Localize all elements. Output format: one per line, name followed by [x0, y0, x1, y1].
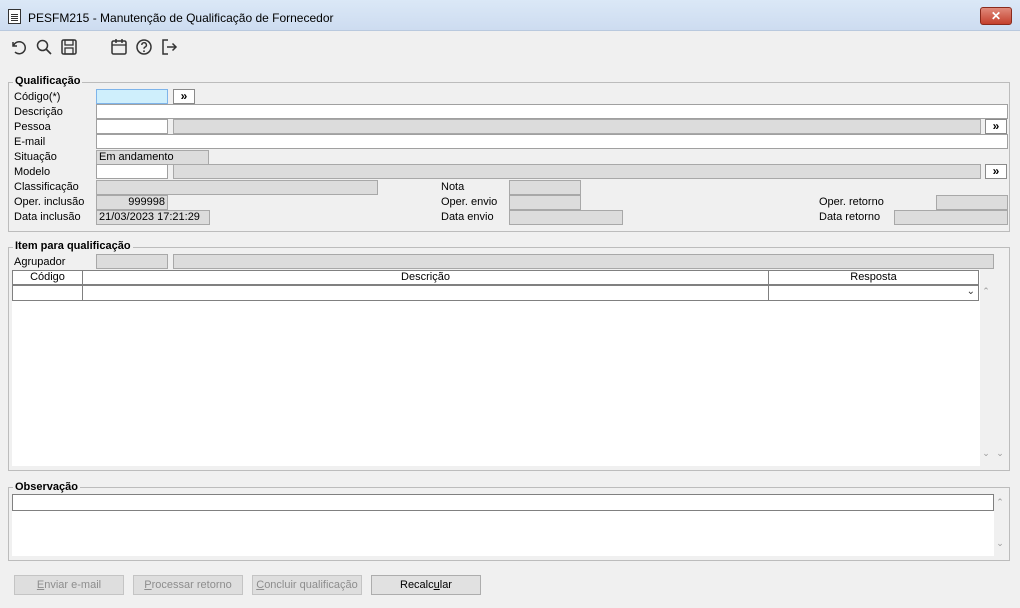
classificacao-label: Classificação	[14, 181, 79, 193]
toolbar	[0, 31, 1020, 61]
grid-cell-descricao[interactable]	[82, 285, 769, 301]
pessoa-lookup-button[interactable]: »	[985, 119, 1007, 134]
concluir-accel: C	[256, 579, 265, 591]
concluir-qualificacao-button[interactable]: Concluir qualificação	[252, 575, 362, 595]
processar-retorno-button[interactable]: Processar retorno	[133, 575, 243, 595]
grid-header-resposta[interactable]: Resposta	[768, 270, 979, 285]
grid-header-descricao[interactable]: Descrição	[82, 270, 769, 285]
observacao-scroll-up-icon[interactable]: ⌃	[994, 497, 1006, 508]
agrupador-label: Agrupador	[14, 256, 66, 268]
modelo-label: Modelo	[14, 166, 51, 178]
grid-scroll-down-icon-2[interactable]: ⌄	[994, 448, 1006, 459]
grid-scroll-down-icon[interactable]: ⌄	[980, 448, 992, 459]
descricao-input[interactable]	[96, 104, 1008, 119]
save-icon[interactable]	[60, 38, 78, 56]
data-retorno-label: Data retorno	[819, 211, 881, 223]
grid-header-codigo[interactable]: Código	[12, 270, 83, 285]
oper-inclusao-field: 999998	[96, 195, 168, 210]
oper-retorno-label: Oper. retorno	[819, 196, 884, 208]
data-inclusao-label: Data inclusão	[14, 211, 81, 223]
pessoa-label: Pessoa	[14, 121, 51, 133]
observacao-legend: Observação	[13, 481, 80, 493]
processar-retorno-label: rocessar retorno	[151, 579, 232, 591]
pessoa-code-input[interactable]	[96, 119, 168, 134]
recalcular-label-pre: Recalc	[400, 579, 434, 591]
itens-legend: Item para qualificação	[13, 240, 133, 252]
qualificacao-legend: Qualificação	[13, 75, 83, 87]
concluir-label: oncluir qualificação	[264, 579, 358, 591]
exit-icon[interactable]	[160, 38, 178, 56]
modelo-name-field	[173, 164, 981, 179]
grid-cell-codigo[interactable]	[12, 285, 83, 301]
modelo-lookup-button[interactable]: »	[985, 164, 1007, 179]
email-input[interactable]	[96, 134, 1008, 149]
nota-label: Nota	[441, 181, 465, 193]
classificacao-field	[96, 180, 378, 195]
descricao-label: Descrição	[14, 106, 63, 118]
observacao-input[interactable]	[12, 494, 994, 511]
window-titlebar: PESFM215 - Manutenção de Qualificação de…	[0, 0, 1020, 31]
codigo-label: Código(*)	[14, 91, 61, 103]
data-envio-label: Data envio	[441, 211, 494, 223]
grid-cell-resposta[interactable]: ⌄	[768, 285, 979, 301]
situacao-field: Em andamento	[96, 150, 209, 165]
email-label: E-mail	[14, 136, 46, 148]
enviar-email-button[interactable]: Enviar e-mail	[14, 575, 124, 595]
oper-retorno-field	[936, 195, 1008, 210]
data-retorno-field	[894, 210, 1008, 225]
undo-icon[interactable]	[9, 38, 27, 56]
oper-envio-label: Oper. envio	[441, 196, 498, 208]
help-icon[interactable]	[135, 38, 153, 56]
agrupador-name-field	[173, 254, 994, 269]
observacao-scroll-down-icon[interactable]: ⌄	[994, 538, 1006, 549]
grid-scroll-up-icon[interactable]: ⌃	[980, 286, 992, 297]
recalcular-label: lar	[439, 579, 452, 591]
modelo-code-input[interactable]	[96, 164, 168, 179]
window-title: PESFM215 - Manutenção de Qualificação de…	[28, 11, 334, 25]
oper-envio-field	[509, 195, 581, 210]
calendar-icon[interactable]	[110, 38, 128, 56]
document-icon	[8, 9, 21, 24]
processar-retorno-accel: P	[144, 579, 152, 591]
situacao-label: Situação	[14, 151, 57, 163]
search-icon[interactable]	[35, 38, 53, 56]
nota-field	[509, 180, 581, 195]
data-inclusao-field: 21/03/2023 17:21:29	[96, 210, 210, 225]
codigo-lookup-button[interactable]: »	[173, 89, 195, 104]
data-envio-field	[509, 210, 623, 225]
pessoa-name-field	[173, 119, 981, 134]
close-button[interactable]: ✕	[980, 7, 1012, 25]
enviar-email-label: nviar e-mail	[44, 579, 102, 591]
codigo-input[interactable]	[96, 89, 168, 104]
chevron-down-icon[interactable]: ⌄	[967, 286, 975, 297]
observacao-textarea[interactable]	[12, 494, 994, 556]
agrupador-code-field	[96, 254, 168, 269]
recalcular-button[interactable]: Recalcular	[371, 575, 481, 595]
oper-inclusao-label: Oper. inclusão	[14, 196, 85, 208]
